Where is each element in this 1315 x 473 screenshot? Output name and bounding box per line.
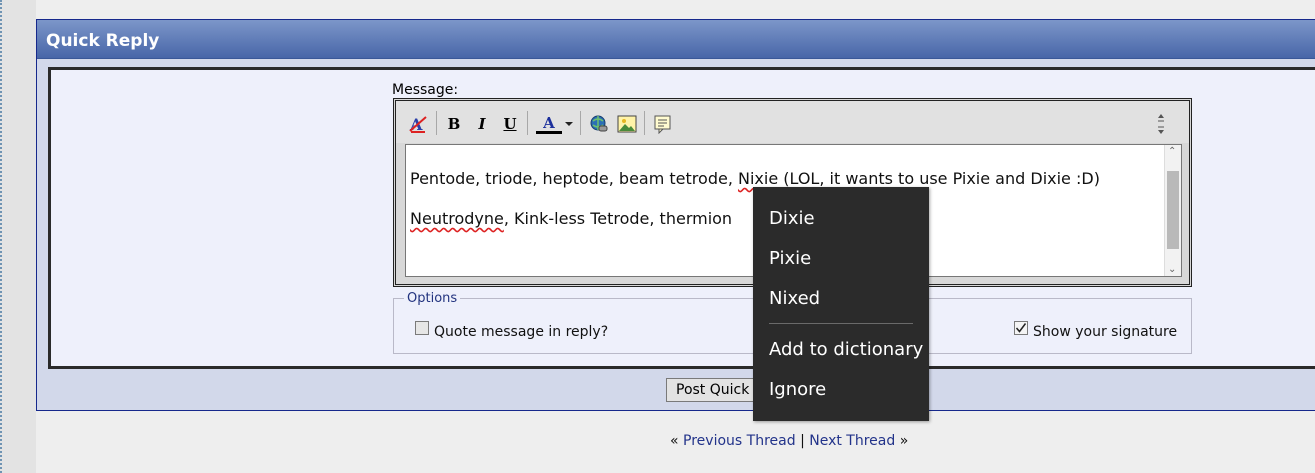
text-segment: Pentode, triode, heptode, beam tetrode, <box>410 169 738 188</box>
scroll-up-icon[interactable]: ⌃ <box>1168 146 1176 157</box>
previous-thread-link[interactable]: Previous Thread <box>683 433 796 449</box>
editor-toolbar: A B I U A <box>396 101 1189 143</box>
chevron-down-icon[interactable] <box>563 113 575 135</box>
font-color-button[interactable]: A <box>535 113 563 135</box>
toolbar-separator <box>527 111 528 135</box>
editor-scrollbar[interactable]: ⌃ ⌄ <box>1164 145 1181 276</box>
resize-editor-icon[interactable] <box>1154 113 1168 135</box>
suggestion-item[interactable]: Pixie <box>769 248 811 269</box>
signature-checkbox[interactable] <box>1014 321 1028 335</box>
panel-header: Quick Reply <box>37 20 1315 59</box>
font-color-swatch <box>536 131 562 134</box>
remove-format-icon[interactable]: A <box>407 113 429 135</box>
quote-checkbox[interactable] <box>415 321 429 335</box>
italic-button[interactable]: I <box>471 113 493 135</box>
scroll-thumb[interactable] <box>1167 171 1179 249</box>
insert-link-icon[interactable] <box>588 113 610 135</box>
check-icon <box>1015 323 1027 333</box>
insert-image-icon[interactable] <box>616 113 638 135</box>
panel-title: Quick Reply <box>46 31 160 51</box>
quote-label: Quote message in reply? <box>434 324 609 340</box>
ignore-item[interactable]: Ignore <box>769 379 826 400</box>
laquo-glyph: « <box>670 433 679 449</box>
text-line-1: Pentode, triode, heptode, beam tetrode, … <box>410 169 1100 188</box>
raquo-glyph: » <box>899 433 909 449</box>
toolbar-separator <box>580 111 581 135</box>
quote-icon[interactable] <box>652 113 674 135</box>
scroll-down-icon[interactable]: ⌄ <box>1168 264 1176 275</box>
thread-navigation: « Previous Thread | Next Thread » <box>670 433 908 449</box>
message-label: Message: <box>392 82 459 98</box>
post-quick-reply-button[interactable]: Post Quick <box>666 378 766 402</box>
menu-divider <box>769 323 913 324</box>
toolbar-separator <box>436 111 437 135</box>
suggestion-item[interactable]: Nixed <box>769 288 820 309</box>
text-segment: , Kink-less Tetrode, thermion <box>503 209 733 228</box>
next-thread-link[interactable]: Next Thread <box>809 433 895 449</box>
bold-button[interactable]: B <box>443 113 465 135</box>
font-color-letter: A <box>543 114 555 132</box>
text-line-2: Neutrodyne, Kink-less Tetrode, thermion <box>410 209 732 228</box>
misspelled-word[interactable]: Neutrodyne <box>410 209 504 228</box>
nav-divider: | <box>800 433 805 449</box>
toolbar-separator <box>644 111 645 135</box>
suggestion-item[interactable]: Dixie <box>769 208 815 229</box>
signature-label: Show your signature <box>1033 324 1178 340</box>
text-segment: (LOL, it wants to use Pixie and Dixie :D… <box>778 169 1100 188</box>
left-rail <box>0 0 36 473</box>
underline-button[interactable]: U <box>499 113 521 135</box>
spellcheck-context-menu: Dixie Pixie Nixed Add to dictionary Igno… <box>753 187 929 421</box>
options-legend: Options <box>404 291 461 306</box>
misspelled-word[interactable]: Nixie <box>738 169 778 188</box>
add-to-dictionary-item[interactable]: Add to dictionary <box>769 339 923 360</box>
rail-dashed-border <box>0 0 4 473</box>
